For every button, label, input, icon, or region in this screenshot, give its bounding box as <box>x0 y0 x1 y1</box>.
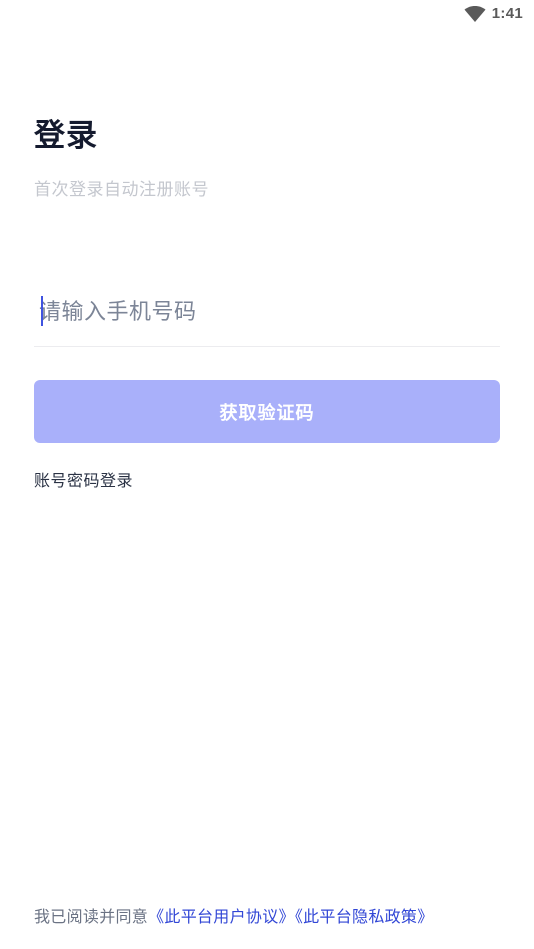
phone-field[interactable] <box>34 280 500 347</box>
page-title: 登录 <box>34 118 98 154</box>
page-subtitle: 首次登录自动注册账号 <box>34 180 209 200</box>
password-login-link[interactable]: 账号密码登录 <box>34 467 133 491</box>
privacy-policy-link[interactable]: 《此平台隐私政策》 <box>295 907 434 926</box>
status-time: 1:41 <box>491 5 523 22</box>
status-bar: 1:41 <box>0 0 534 28</box>
agreement-text: 我已阅读并同意《此平台用户协议》《此平台隐私政策》 <box>34 903 434 927</box>
agreement-prefix: 我已阅读并同意 <box>34 907 149 926</box>
text-cursor <box>41 296 43 326</box>
login-screen: 1:41 登录 首次登录自动注册账号 获取验证码 账号密码登录 我已阅读并同意《… <box>0 0 534 949</box>
phone-input[interactable] <box>39 292 479 332</box>
get-verification-code-button[interactable]: 获取验证码 <box>34 380 500 443</box>
wifi-icon <box>464 6 486 22</box>
user-agreement-link[interactable]: 《此平台用户协议》 <box>148 907 295 926</box>
